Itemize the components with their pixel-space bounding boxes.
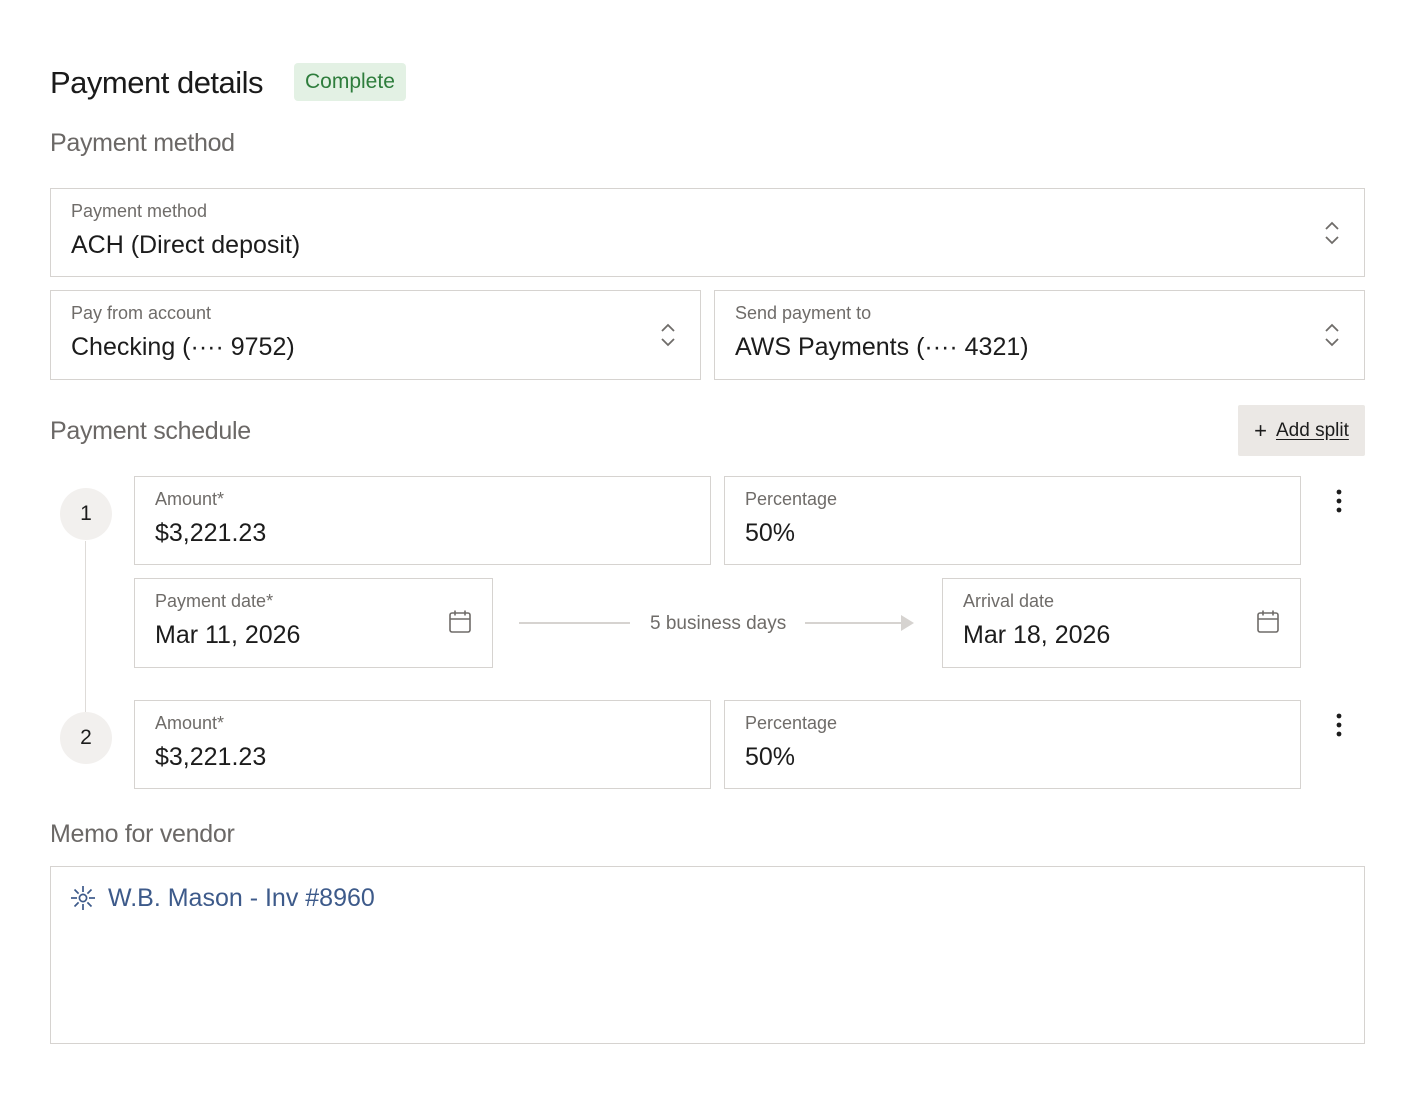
pay-from-account-select[interactable]: Pay from account Checking (···· 9752)	[50, 290, 701, 380]
send-payment-to-value: AWS Payments (···· 4321)	[735, 333, 1029, 361]
send-payment-to-label: Send payment to	[735, 303, 872, 323]
payment-date-value: Mar 11, 2026	[155, 621, 301, 649]
transit-line-right	[805, 622, 903, 624]
split-number-badge: 2	[60, 712, 112, 764]
add-split-label: Add split	[1275, 419, 1349, 441]
amount-label: Amount*	[155, 713, 225, 733]
add-split-button[interactable]: + Add split	[1238, 405, 1365, 456]
payment-schedule-section-title: Payment schedule	[50, 417, 251, 445]
send-payment-to-select[interactable]: Send payment to AWS Payments (···· 4321)	[714, 290, 1365, 380]
payment-date-label: Payment date*	[155, 591, 274, 611]
transit-line-left	[519, 622, 630, 624]
split-1-percentage-field[interactable]: Percentage 50%	[724, 476, 1301, 565]
more-options-icon[interactable]	[1327, 486, 1351, 516]
pay-from-account-value: Checking (···· 9752)	[71, 333, 295, 361]
memo-section-title: Memo for vendor	[50, 820, 235, 848]
memo-textarea[interactable]: W.B. Mason - Inv #8960	[50, 866, 1365, 1044]
chevron-up-down-icon	[1325, 221, 1339, 244]
percentage-value: 50%	[745, 519, 796, 547]
page-title: Payment details	[50, 65, 264, 100]
sparkle-icon	[71, 886, 95, 910]
arrival-date-value: Mar 18, 2026	[963, 621, 1111, 649]
split-1-amount-field[interactable]: Amount* $3,221.23	[134, 476, 711, 565]
payment-method-value: ACH (Direct deposit)	[71, 231, 301, 259]
split-2-percentage-field[interactable]: Percentage 50%	[724, 700, 1301, 789]
split-2-amount-field[interactable]: Amount* $3,221.23	[134, 700, 711, 789]
percentage-label: Percentage	[745, 489, 838, 509]
payment-method-section-title: Payment method	[50, 129, 235, 157]
status-badge: Complete	[294, 63, 406, 101]
split-1-arrival-date-field[interactable]: Arrival date Mar 18, 2026	[942, 578, 1301, 668]
arrow-right-icon	[901, 615, 914, 631]
percentage-value: 50%	[745, 743, 796, 771]
chevron-up-down-icon	[1325, 323, 1339, 347]
payment-method-select[interactable]: Payment method ACH (Direct deposit)	[50, 188, 1365, 277]
payment-method-label: Payment method	[71, 201, 208, 221]
pay-from-account-label: Pay from account	[71, 303, 212, 323]
chevron-up-down-icon	[661, 323, 675, 347]
split-1-payment-date-field[interactable]: Payment date* Mar 11, 2026	[134, 578, 493, 668]
amount-label: Amount*	[155, 489, 225, 509]
calendar-icon[interactable]	[448, 609, 472, 635]
amount-value: $3,221.23	[155, 519, 267, 547]
more-options-icon[interactable]	[1327, 710, 1351, 740]
amount-value: $3,221.23	[155, 743, 267, 771]
transit-days-label: 5 business days	[650, 613, 787, 634]
plus-icon: +	[1254, 417, 1267, 443]
split-connector-line	[85, 541, 86, 712]
arrival-date-label: Arrival date	[963, 591, 1055, 611]
memo-text: W.B. Mason - Inv #8960	[108, 884, 375, 912]
split-number-badge: 1	[60, 488, 112, 540]
percentage-label: Percentage	[745, 713, 838, 733]
calendar-icon[interactable]	[1256, 609, 1280, 635]
